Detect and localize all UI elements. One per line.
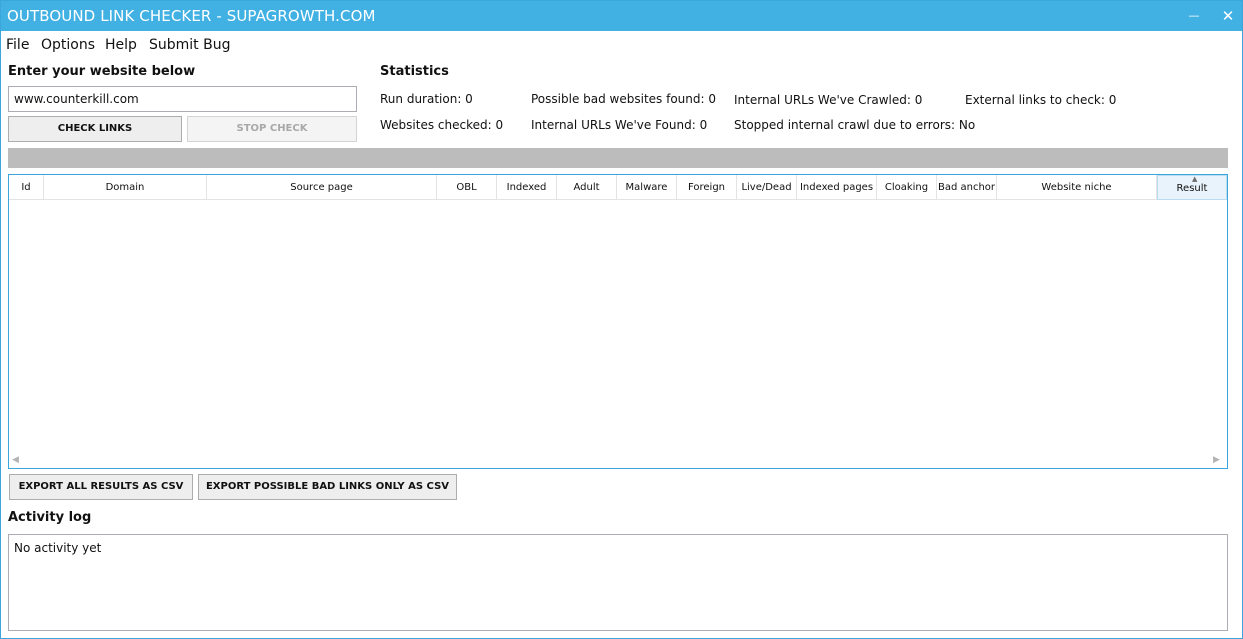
scroll-right-icon[interactable]: ▶: [1213, 455, 1220, 465]
column-header-bad-anchor[interactable]: Bad anchor: [937, 175, 997, 200]
export-all-csv-button[interactable]: EXPORT ALL RESULTS AS CSV: [9, 474, 193, 500]
column-header-website-niche[interactable]: Website niche: [997, 175, 1157, 200]
statistics-heading: Statistics: [380, 64, 449, 79]
menu-submit-bug[interactable]: Submit Bug: [149, 37, 230, 53]
column-header-malware[interactable]: Malware: [617, 175, 677, 200]
column-header-domain[interactable]: Domain: [44, 175, 207, 200]
website-input-label: Enter your website below: [8, 64, 196, 79]
activity-log-text: No activity yet: [14, 541, 102, 555]
sort-ascending-icon: ▲: [1192, 175, 1198, 183]
export-bad-links-csv-button[interactable]: EXPORT POSSIBLE BAD LINKS ONLY AS CSV: [198, 474, 457, 500]
menu-help[interactable]: Help: [105, 37, 137, 53]
column-header-indexed-pages[interactable]: Indexed pages: [797, 175, 877, 200]
menu-file[interactable]: File: [6, 37, 29, 53]
results-table[interactable]: Id Domain Source page OBL Indexed Adult …: [8, 174, 1228, 469]
column-header-cloaking[interactable]: Cloaking: [877, 175, 937, 200]
stat-bad-websites: Possible bad websites found: 0: [531, 92, 716, 106]
stat-internal-found: Internal URLs We've Found: 0: [531, 118, 708, 132]
app-window: OUTBOUND LINK CHECKER - SUPAGROWTH.COM —…: [0, 0, 1243, 639]
column-header-foreign[interactable]: Foreign: [677, 175, 737, 200]
stat-external-links: External links to check: 0: [965, 93, 1117, 107]
column-header-id[interactable]: Id: [9, 175, 44, 200]
title-bar: OUTBOUND LINK CHECKER - SUPAGROWTH.COM —…: [1, 1, 1242, 31]
table-header: Id Domain Source page OBL Indexed Adult …: [9, 175, 1227, 200]
progress-bar: [8, 148, 1228, 168]
column-header-source-page[interactable]: Source page: [207, 175, 437, 200]
stop-check-button[interactable]: STOP CHECK: [187, 116, 357, 142]
window-title: OUTBOUND LINK CHECKER - SUPAGROWTH.COM: [7, 7, 376, 25]
check-links-button[interactable]: CHECK LINKS: [8, 116, 182, 142]
menu-options[interactable]: Options: [41, 37, 95, 53]
close-icon[interactable]: ✕: [1217, 5, 1239, 27]
scroll-left-icon[interactable]: ◀: [12, 455, 19, 465]
website-url-input[interactable]: [8, 86, 357, 112]
minimize-icon[interactable]: —: [1183, 5, 1205, 27]
column-header-live-dead[interactable]: Live/Dead: [737, 175, 797, 200]
stat-run-duration: Run duration: 0: [380, 92, 473, 106]
stat-internal-crawled: Internal URLs We've Crawled: 0: [734, 93, 923, 107]
column-header-obl[interactable]: OBL: [437, 175, 497, 200]
column-header-adult[interactable]: Adult: [557, 175, 617, 200]
stat-stopped-crawl: Stopped internal crawl due to errors: No: [734, 118, 976, 132]
activity-log-heading: Activity log: [8, 510, 92, 525]
activity-log-box[interactable]: No activity yet: [8, 534, 1228, 631]
stat-websites-checked: Websites checked: 0: [380, 118, 504, 132]
column-header-indexed[interactable]: Indexed: [497, 175, 557, 200]
